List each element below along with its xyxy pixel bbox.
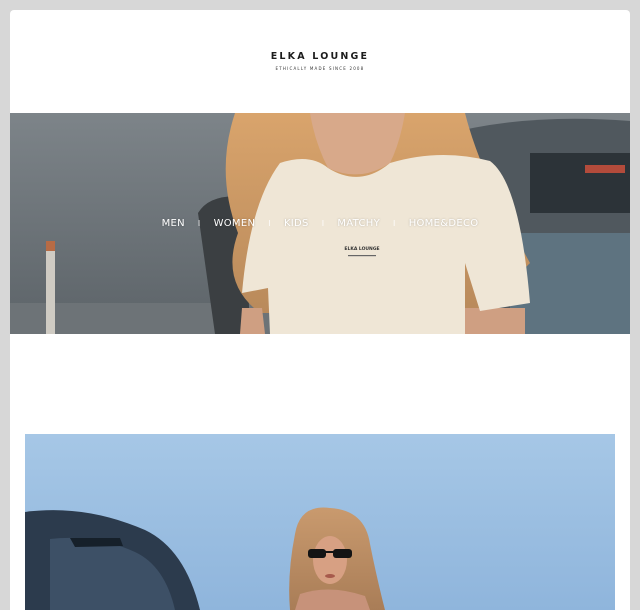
site-header: ELKA LOUNGE ETHICALLY MADE SINCE 2008 xyxy=(10,10,630,113)
nav-separator: I xyxy=(393,219,396,228)
nav-item-women[interactable]: WOMEN xyxy=(214,218,256,229)
brand-logo[interactable]: ELKA LOUNGE xyxy=(10,51,630,62)
main-nav: MEN I WOMEN I KIDS I MATCHY I HOME&DECO xyxy=(10,218,630,229)
brand-tagline: ETHICALLY MADE SINCE 2008 xyxy=(275,66,365,71)
nav-separator: I xyxy=(321,219,325,228)
nav-separator: I xyxy=(197,219,201,228)
feature-photo xyxy=(25,434,615,610)
nav-item-kids[interactable]: KIDS xyxy=(284,218,309,229)
nav-item-home-deco[interactable]: HOME&DECO xyxy=(409,218,479,229)
nav-separator: I xyxy=(268,219,271,228)
shirt-print: ELKA LOUNGE xyxy=(344,246,379,252)
feature-image[interactable] xyxy=(25,434,615,610)
nav-item-men[interactable]: MEN xyxy=(162,218,185,229)
hero-banner: ELKA LOUNGE MEN I WOMEN I KIDS I MATCHY I HOME&D… xyxy=(10,113,630,334)
nav-item-matchy[interactable]: MATCHY xyxy=(337,218,380,229)
page-card: ELKA LOUNGE ETHICALLY MADE SINCE 2008 EL… xyxy=(10,10,630,610)
